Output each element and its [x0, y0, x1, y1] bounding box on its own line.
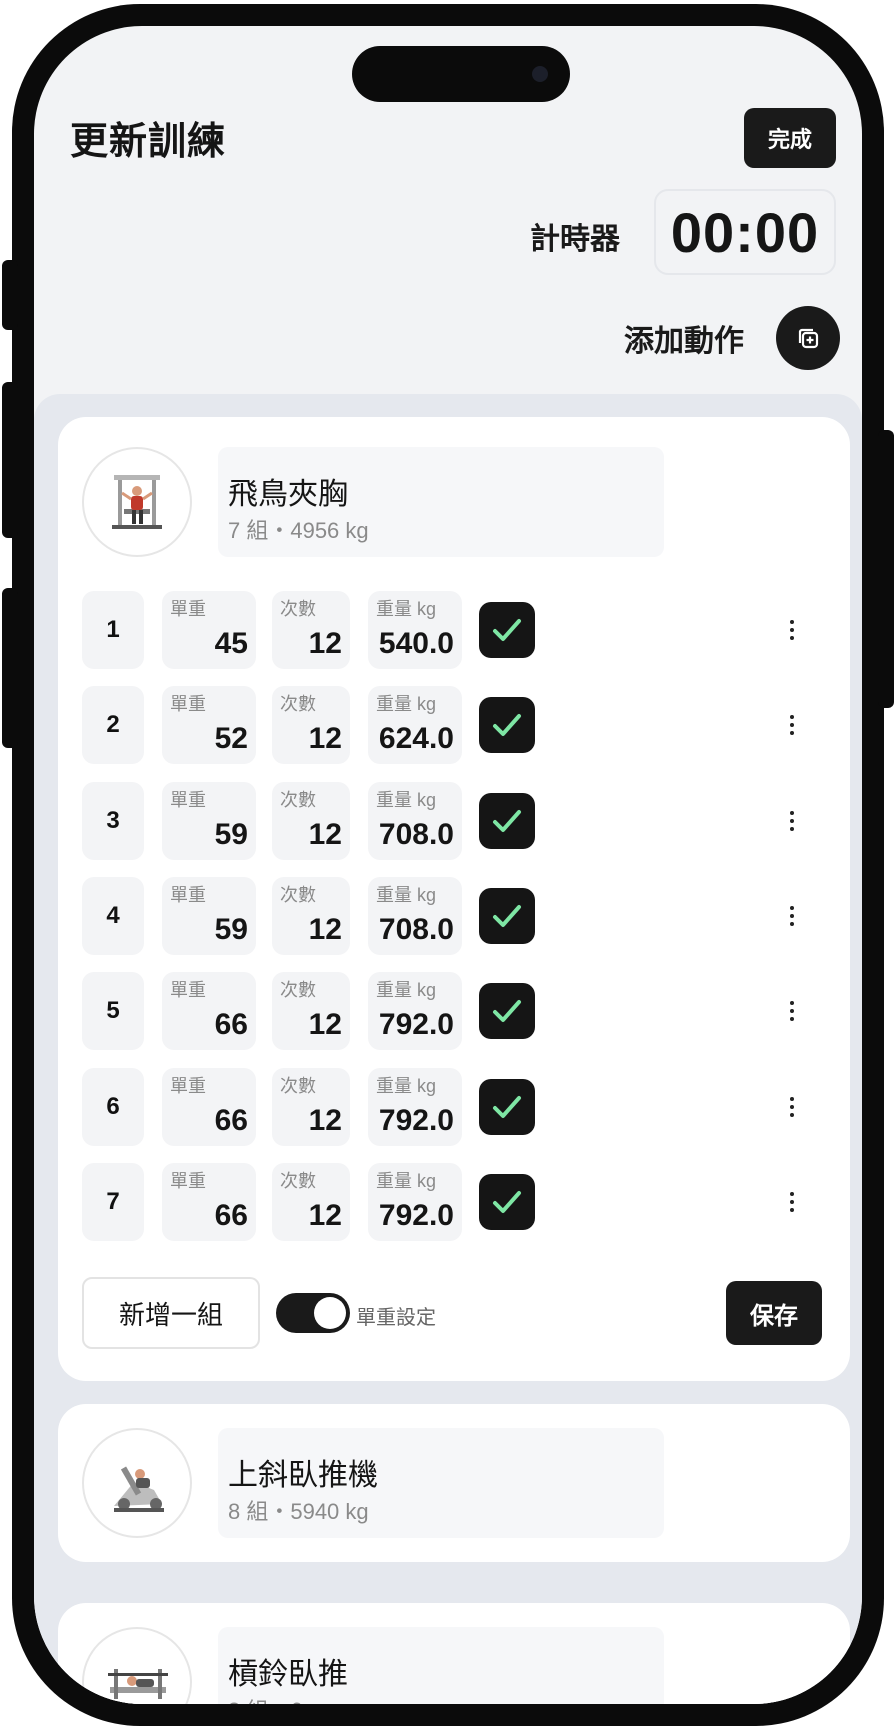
exercise-name: 飛鳥夾胸 [228, 478, 348, 511]
set-complete-checkbox[interactable] [479, 1174, 535, 1230]
weight-field[interactable]: 單重 66 [162, 972, 256, 1050]
set-number: 7 [82, 1163, 144, 1241]
exercise-name: 槓鈴臥推 [228, 1658, 348, 1691]
volume-field: 重量 kg 792.0 [368, 1163, 462, 1241]
silent-switch [2, 260, 18, 330]
exercise-card: 飛鳥夾胸 7 組・4956 kg 1 單重 45 次數 12 重量 kg 540.0 … [58, 417, 850, 1381]
volume-field: 重量 kg 708.0 [368, 782, 462, 860]
weight-field[interactable]: 單重 45 [162, 591, 256, 669]
reps-field[interactable]: 次數 12 [272, 1163, 350, 1241]
set-number: 5 [82, 972, 144, 1050]
save-button[interactable]: 保存 [726, 1281, 822, 1345]
set-complete-checkbox[interactable] [479, 983, 535, 1039]
volume-down-button [2, 588, 18, 748]
check-icon [493, 1191, 521, 1213]
volume-field: 重量 kg 792.0 [368, 972, 462, 1050]
exercise-summary: 7 組・4956 kg [228, 518, 369, 543]
add-exercise-button[interactable] [776, 306, 840, 370]
check-icon [493, 714, 521, 736]
set-complete-checkbox[interactable] [479, 793, 535, 849]
toggle-knob [314, 1297, 346, 1329]
exercise-summary: 8 組・5940 kg [228, 1499, 369, 1524]
more-options-icon[interactable] [782, 1182, 802, 1222]
set-number: 6 [82, 1068, 144, 1146]
reps-field[interactable]: 次數 12 [272, 1068, 350, 1146]
add-set-button[interactable]: 新增一組 [82, 1277, 260, 1349]
app-screen: 更新訓練 完成 計時器 00:00 添加動作 飛鳥夾胸 7 組・4956 kg … [34, 26, 862, 1704]
exercise-image [82, 1428, 192, 1538]
set-number: 1 [82, 591, 144, 669]
set-complete-checkbox[interactable] [479, 1079, 535, 1135]
set-complete-checkbox[interactable] [479, 697, 535, 753]
more-options-icon[interactable] [782, 991, 802, 1031]
weight-field[interactable]: 單重 52 [162, 686, 256, 764]
exercise-header[interactable]: 上斜臥推機 8 組・5940 kg [218, 1428, 664, 1538]
timer-label: 計時器 [530, 223, 620, 256]
reps-field[interactable]: 次數 12 [272, 782, 350, 860]
set-row: 6 單重 66 次數 12 重量 kg 792.0 [82, 1068, 822, 1146]
volume-field: 重量 kg 624.0 [368, 686, 462, 764]
reps-field[interactable]: 次數 12 [272, 877, 350, 955]
exercise-name: 上斜臥推機 [228, 1459, 378, 1492]
set-number: 4 [82, 877, 144, 955]
weight-field[interactable]: 單重 66 [162, 1163, 256, 1241]
more-options-icon[interactable] [782, 1087, 802, 1127]
set-row: 4 單重 59 次數 12 重量 kg 708.0 [82, 877, 822, 955]
page-title: 更新訓練 [70, 121, 227, 163]
timer-display[interactable]: 00:00 [654, 189, 836, 275]
check-icon [493, 1096, 521, 1118]
exercise-list: 飛鳥夾胸 7 組・4956 kg 1 單重 45 次數 12 重量 kg 540.0 … [34, 394, 862, 1704]
camera-icon [532, 66, 548, 82]
set-number: 2 [82, 686, 144, 764]
set-row: 3 單重 59 次數 12 重量 kg 708.0 [82, 782, 822, 860]
weight-field[interactable]: 單重 59 [162, 782, 256, 860]
check-icon [493, 810, 521, 832]
weight-field[interactable]: 單重 59 [162, 877, 256, 955]
more-options-icon[interactable] [782, 705, 802, 745]
done-button[interactable]: 完成 [744, 108, 836, 168]
set-row: 5 單重 66 次數 12 重量 kg 792.0 [82, 972, 822, 1050]
reps-field[interactable]: 次數 12 [272, 591, 350, 669]
exercise-image [82, 447, 192, 557]
set-number: 3 [82, 782, 144, 860]
add-exercise-label: 添加動作 [624, 325, 744, 358]
volume-field: 重量 kg 708.0 [368, 877, 462, 955]
reps-field[interactable]: 次數 12 [272, 686, 350, 764]
per-weight-toggle[interactable] [276, 1293, 350, 1333]
reps-field[interactable]: 次數 12 [272, 972, 350, 1050]
weight-field[interactable]: 單重 66 [162, 1068, 256, 1146]
exercise-image [82, 1627, 192, 1704]
more-options-icon[interactable] [782, 610, 802, 650]
volume-field: 重量 kg 540.0 [368, 591, 462, 669]
check-icon [493, 1000, 521, 1022]
exercise-card[interactable]: 上斜臥推機 8 組・5940 kg [58, 1404, 850, 1562]
toggle-label: 單重設定 [356, 1307, 436, 1329]
check-icon [493, 905, 521, 927]
more-options-icon[interactable] [782, 896, 802, 936]
power-button [878, 430, 894, 708]
set-row: 1 單重 45 次數 12 重量 kg 540.0 [82, 591, 822, 669]
check-icon [493, 619, 521, 641]
dynamic-island [352, 46, 570, 102]
exercise-summary: 8 組・6... [228, 1693, 321, 1704]
set-complete-checkbox[interactable] [479, 602, 535, 658]
more-options-icon[interactable] [782, 801, 802, 841]
set-complete-checkbox[interactable] [479, 888, 535, 944]
volume-up-button [2, 382, 18, 538]
exercise-header[interactable]: 飛鳥夾胸 7 組・4956 kg [218, 447, 664, 557]
exercise-card[interactable]: 槓鈴臥推 8 組・6... [58, 1603, 850, 1704]
volume-field: 重量 kg 792.0 [368, 1068, 462, 1146]
add-copy-icon [798, 328, 819, 349]
exercise-header[interactable]: 槓鈴臥推 8 組・6... [218, 1627, 664, 1704]
set-row: 2 單重 52 次數 12 重量 kg 624.0 [82, 686, 822, 764]
set-row: 7 單重 66 次數 12 重量 kg 792.0 [82, 1163, 822, 1241]
phone-frame: 更新訓練 完成 計時器 00:00 添加動作 飛鳥夾胸 7 組・4956 kg … [12, 4, 884, 1726]
